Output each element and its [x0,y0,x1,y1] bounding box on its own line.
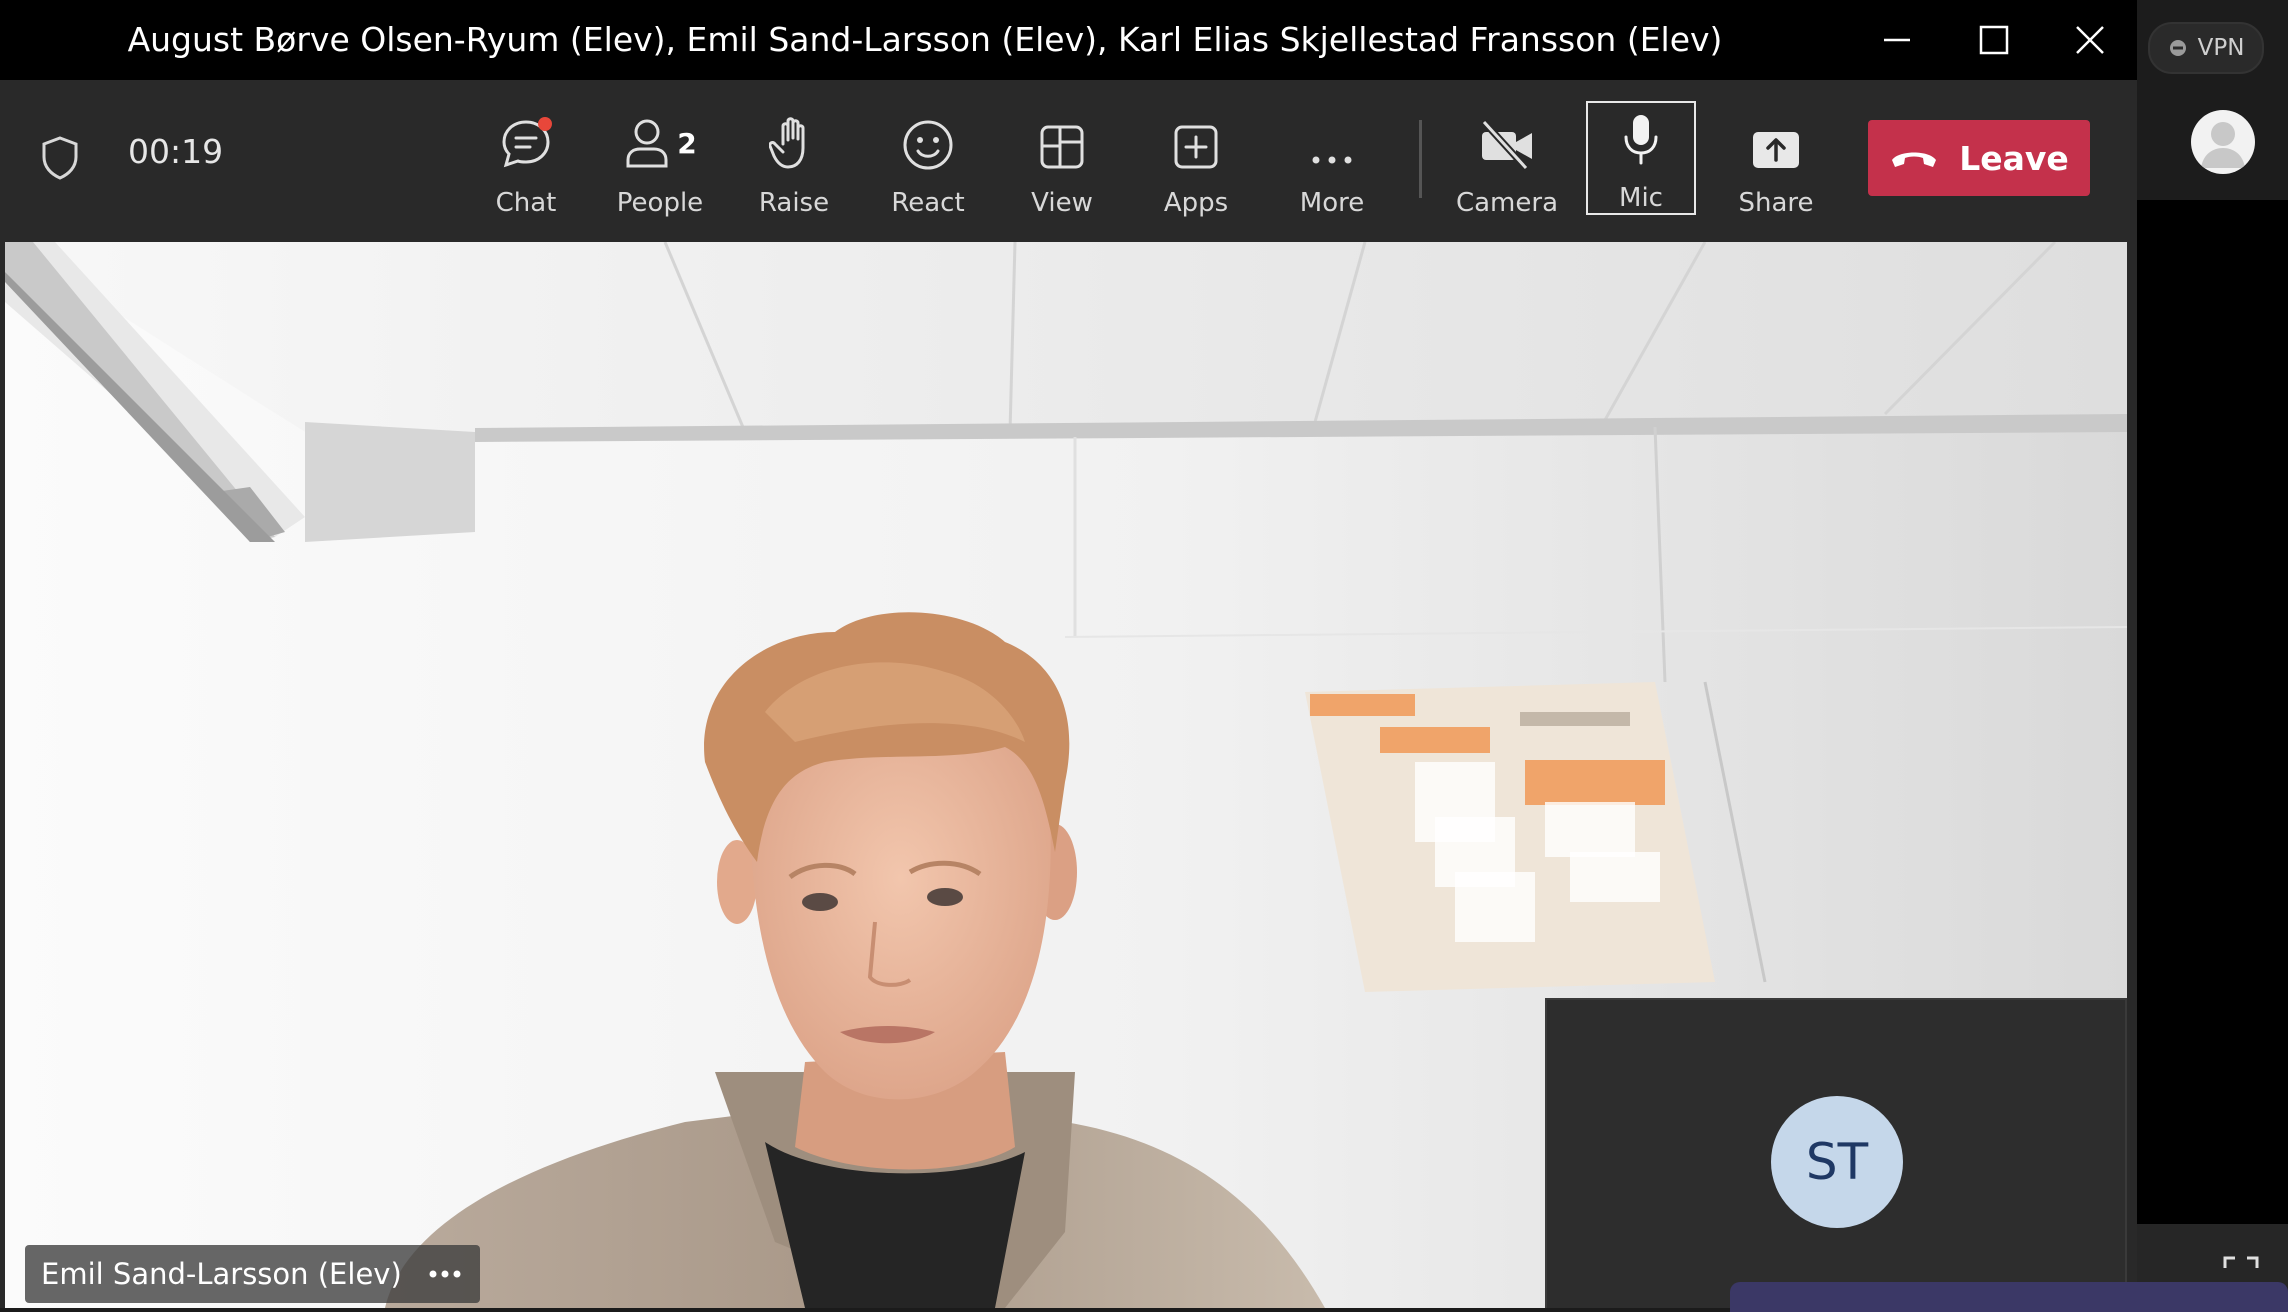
more-button[interactable]: More [1272,102,1392,218]
share-label: Share [1738,188,1814,218]
leave-button[interactable]: Leave [1868,120,2090,196]
ellipsis-icon [1312,156,1352,164]
microphone-icon [1624,115,1658,165]
people-icon [626,119,668,168]
teams-meeting-window: August Børve Olsen-Ryum (Elev), Emil San… [0,0,2137,1308]
more-label: More [1299,188,1365,218]
camera-off-icon [1481,119,1532,171]
hand-icon [769,117,805,169]
call-timer: 00:19 [128,132,224,171]
phone-hangup-icon [1892,152,1937,167]
background-app-header: VPN [2137,0,2288,200]
meeting-title: August Børve Olsen-Ryum (Elev), Emil San… [127,20,1723,59]
user-icon [2201,122,2245,168]
ellipsis-icon[interactable] [428,1269,462,1279]
leave-label: Leave [1959,138,2069,178]
close-button[interactable] [2040,0,2137,80]
background-app-strip: VPN [2137,0,2288,1308]
close-icon [2076,26,2104,54]
camera-label: Camera [1455,188,1559,218]
people-label: People [616,188,704,218]
raise-label: Raise [758,188,830,218]
react-label: React [891,188,965,218]
title-bar: August Børve Olsen-Ryum (Elev), Emil San… [0,0,2137,80]
camera-button[interactable]: Camera [1447,102,1567,218]
react-button[interactable]: React [868,102,988,218]
plus-box-icon [1174,125,1218,169]
video-stage: Emil Sand-Larsson (Elev) ST [5,242,2127,1308]
view-label: View [1031,188,1093,218]
chat-label: Chat [495,188,557,218]
smiley-icon [903,120,953,170]
shield-icon[interactable] [40,135,80,181]
toolbar-divider [1419,120,1422,198]
mic-button[interactable]: Mic [1586,101,1696,215]
vpn-status-icon [2169,40,2186,56]
avatar-initials: ST [1805,1133,1869,1191]
speaker-name: Emil Sand-Larsson (Elev) [41,1257,402,1291]
raise-hand-button[interactable]: Raise [734,102,854,218]
people-button[interactable]: 2 People [600,102,720,218]
mic-label: Mic [1619,183,1663,213]
chat-notification-dot [538,117,552,131]
self-video-tile[interactable]: ST [1545,998,2127,1308]
share-icon [1753,132,1799,168]
view-grid-icon [1040,125,1084,169]
chat-icon [502,117,552,168]
meeting-toolbar: 00:19 Chat 2 People Raise React View App… [0,80,2137,242]
maximize-button[interactable] [1944,0,2044,80]
minimize-button[interactable] [1847,0,1947,80]
share-button[interactable]: Share [1716,102,1836,218]
maximize-icon [1979,25,2009,55]
apps-button[interactable]: Apps [1136,102,1256,218]
vpn-status-badge[interactable]: VPN [2148,22,2264,74]
speaker-name-tag[interactable]: Emil Sand-Larsson (Elev) [25,1245,480,1303]
vpn-label: VPN [2197,35,2245,61]
minimize-icon [1884,38,1910,42]
people-count: 2 [677,127,697,160]
chat-button[interactable]: Chat [466,102,586,218]
profile-avatar[interactable] [2191,110,2255,174]
apps-label: Apps [1163,188,1229,218]
view-button[interactable]: View [1002,102,1122,218]
avatar: ST [1771,1096,1903,1228]
